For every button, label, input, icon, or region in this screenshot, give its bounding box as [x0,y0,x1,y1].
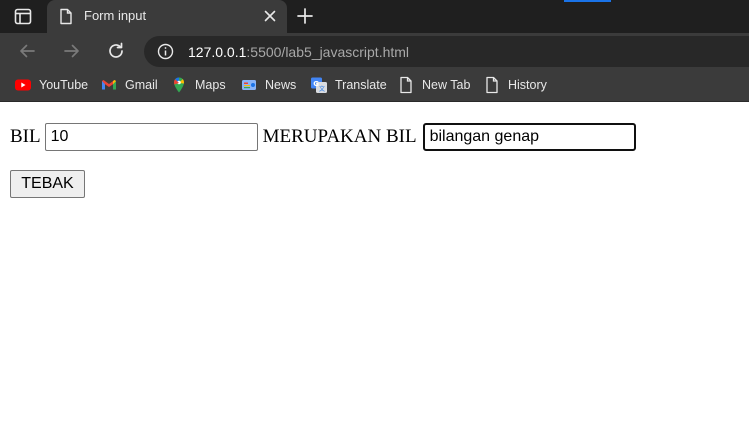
bookmark-label: Maps [195,78,226,92]
svg-text:文: 文 [319,85,325,93]
bookmark-history[interactable]: History [483,76,547,94]
youtube-icon [14,76,32,94]
bil-label: BIL [10,126,41,147]
form-row: BIL MERUPAKAN BIL [10,123,636,151]
bookmark-maps[interactable]: Maps [170,76,226,94]
news-icon [240,76,258,94]
bookmark-label: News [265,78,297,92]
arrow-left-icon[interactable] [17,41,37,61]
bookmark-label: Translate [335,78,387,92]
page-icon [58,8,74,25]
active-tab[interactable]: Form input [47,0,287,33]
tab-actions-icon[interactable] [14,8,32,25]
page-content: BIL MERUPAKAN BIL TEBAK [0,102,749,428]
bookmark-news[interactable]: News [240,76,296,94]
browser-toolbar: 127.0.0.1:5500/lab5_javascript.html [0,33,749,69]
arrow-right-icon[interactable] [62,41,82,61]
translate-icon: G文 [310,76,328,94]
merupakan-label: MERUPAKAN BIL [262,126,417,147]
close-icon[interactable] [263,9,277,23]
tab-title: Form input [84,8,147,23]
url-host: 127.0.0.1 [188,44,247,60]
maps-icon [170,76,188,94]
gmail-icon [100,76,118,94]
url-text[interactable]: 127.0.0.1:5500/lab5_javascript.html [188,44,409,60]
url-path: :5500/lab5_javascript.html [246,44,410,60]
page-icon [397,76,415,94]
tebak-button[interactable]: TEBAK [10,170,85,198]
reload-icon[interactable] [106,41,126,61]
bookmark-translate[interactable]: G文 Translate [310,76,387,94]
title-bar: Form input [0,0,749,33]
plus-icon[interactable] [296,7,314,25]
address-bar[interactable]: 127.0.0.1:5500/lab5_javascript.html [144,36,749,67]
bookmark-new-tab[interactable]: New Tab [397,76,470,94]
bookmark-label: YouTube [39,78,89,92]
window-accent [564,0,611,2]
info-icon[interactable] [157,43,174,60]
bookmark-label: Gmail [125,78,158,92]
bookmark-label: New Tab [422,78,471,92]
bookmarks-bar: YouTube Gmail Maps News G文 Translate New… [0,69,749,102]
page-icon [483,76,501,94]
bookmark-label: History [508,78,547,92]
bookmark-youtube[interactable]: YouTube [14,76,88,94]
bil-input[interactable] [44,123,258,151]
result-input[interactable] [422,123,636,151]
bookmark-gmail[interactable]: Gmail [100,76,158,94]
